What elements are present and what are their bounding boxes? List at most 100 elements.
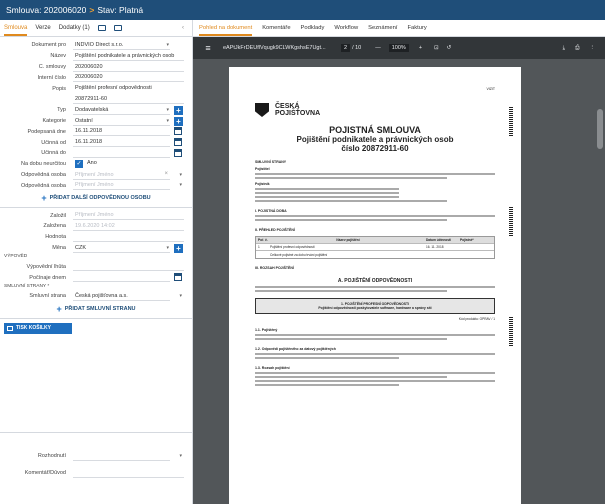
coverage-table: Poř. č. Název pojištění Datum účinnosti Poj… <box>255 236 495 259</box>
pocinaje-dnem-input[interactable] <box>73 273 170 283</box>
podepsana-dne-input[interactable]: 16.11.2018 <box>73 127 170 137</box>
tab-verze[interactable]: Verze <box>35 25 50 31</box>
zoom-out-button[interactable]: — <box>375 45 381 51</box>
label: Účinná do <box>41 150 66 157</box>
tab-pohled-na-dokument[interactable]: Pohled na dokument <box>199 21 253 36</box>
zalozena-value: 19.6.2020 14:02 <box>73 222 184 231</box>
pdf-scrollbar[interactable] <box>597 109 603 149</box>
field-odpovedna-osoba-2: Odpovědná osoba Příjmení Jméno ▾ <box>0 180 192 191</box>
dokument-pro-input[interactable]: INDVIO Direct s.r.o. <box>73 41 170 50</box>
doc-title-line: číslo 20872911-60 <box>341 144 409 153</box>
label: Název <box>50 53 66 60</box>
hodnota-input[interactable] <box>73 233 184 242</box>
tab-seznameni[interactable]: Seznámení <box>368 25 397 31</box>
section-vypoved: VÝPOVĚD <box>4 254 28 260</box>
chevron-down-icon[interactable]: ▾ <box>166 118 169 124</box>
chevron-down-icon[interactable]: ▾ <box>166 107 169 113</box>
title-bar: Smlouva: 202006020 > Stav: Platná <box>0 0 605 20</box>
chevron-down-icon[interactable]: ▾ <box>179 293 182 299</box>
mail-icon[interactable] <box>113 25 122 31</box>
download-icon[interactable]: ⤓ <box>563 45 565 52</box>
interni-cislo-input[interactable]: 202006020 <box>73 73 184 83</box>
chevron-down-icon[interactable]: ▾ <box>166 245 169 251</box>
popis-input-line2[interactable]: 20872911-60 <box>73 95 184 104</box>
field-smluvni-strana: Smluvní strana Česká pojišťovna a.s. ▾ <box>0 291 192 302</box>
label: Odpovědná osoba <box>21 171 66 178</box>
mena-select[interactable]: CZK <box>73 244 170 253</box>
odpovedna-osoba-select[interactable]: Příjmení Jméno <box>73 171 170 180</box>
more-icon[interactable]: ⋮ <box>590 45 596 52</box>
calendar-icon[interactable] <box>174 138 182 147</box>
label: Založena <box>43 223 66 230</box>
comment-icon[interactable] <box>97 25 106 31</box>
ucinna-do-input[interactable] <box>73 149 170 158</box>
pdf-toolbar: ≡ eAPtJkFrDEUflVqugk9CLWKgshsE7Ugt... 2/… <box>193 37 605 59</box>
smluvni-strana-select[interactable]: Česká pojišťovna a.s. <box>73 292 170 301</box>
pdf-viewer[interactable]: VIZIT ČESKÁ POJIŠŤOVNA POJISTNÁ SMLOUVA P… <box>193 59 605 504</box>
tab-workflow[interactable]: Workflow <box>334 25 358 31</box>
field-popis: Popis Pojištění profesní odpovědnosti <box>0 83 192 94</box>
print-icon[interactable]: ⎙ <box>575 45 579 52</box>
left-panel: Smlouva Verze Dodatky (1) ‹ Dokument pro… <box>0 20 193 504</box>
cislo-smlouvy-input[interactable]: 202006020 <box>73 63 184 72</box>
text-line <box>255 357 399 359</box>
product-code: Kód produktu: OPRAV / 1 <box>458 317 495 321</box>
page-indicator: 2/ 10 <box>341 44 361 52</box>
tab-dodatky[interactable]: Dodatky (1) <box>59 25 90 31</box>
label: Typ <box>57 107 66 114</box>
tab-podklady[interactable]: Podklady <box>301 25 325 31</box>
label: Odpovědná osoba <box>21 182 66 189</box>
chevron-down-icon[interactable]: ▾ <box>179 172 182 178</box>
collapse-arrow-icon[interactable]: ‹ <box>182 25 184 31</box>
chevron-down-icon[interactable]: ▾ <box>179 453 182 459</box>
rotate-icon[interactable]: ↺ <box>447 45 452 51</box>
tab-smlouva[interactable]: Smlouva <box>4 21 28 36</box>
vizit-mark: VIZIT <box>486 87 495 91</box>
text-line <box>255 380 495 382</box>
field-ucinna-od: Účinná od 16.11.2018 <box>0 137 192 148</box>
field-mena: Měna CZK ▾ + <box>0 243 192 254</box>
add-typ-button[interactable]: + <box>174 105 183 115</box>
doc-heading: 1.3. Rozsah pojištění <box>255 366 290 370</box>
table-row: Celkové pojistné za dobu trvání pojištěn… <box>256 251 494 258</box>
kategorie-select[interactable]: Ostatní <box>73 117 170 126</box>
zoom-level[interactable]: 100% <box>388 44 409 52</box>
label: Na dobu neurčitou <box>21 161 66 168</box>
chevron-down-icon[interactable]: ▾ <box>166 42 169 48</box>
add-kategorie-button[interactable]: + <box>174 116 183 126</box>
plus-icon: + <box>56 303 62 314</box>
logo-line: POJIŠŤOVNA <box>275 110 321 117</box>
box-line: Pojištění odpovědnosti poskytovatele sof… <box>318 306 432 310</box>
calendar-icon[interactable] <box>174 127 182 136</box>
add-responsible-person-button[interactable]: + PŘIDAT DALŠÍ ODPOVĚDNOU OSOBU <box>0 191 192 205</box>
zoom-in-button[interactable]: + <box>419 45 422 51</box>
odpovedna-osoba-select[interactable]: Příjmení Jméno <box>73 181 170 191</box>
add-mena-button[interactable]: + <box>174 243 183 253</box>
rozhodnuti-select[interactable] <box>73 452 170 461</box>
field-popis-cont: 20872911-60 <box>0 94 192 105</box>
chevron-right-icon: > <box>89 5 95 15</box>
vypovedni-lhuta-input[interactable] <box>73 262 184 272</box>
nazev-input[interactable]: Pojištění podnikatele a právnických osob <box>73 52 184 61</box>
menu-icon[interactable]: ≡ <box>201 43 215 53</box>
ucinna-od-input[interactable]: 16.11.2018 <box>73 138 170 148</box>
calendar-icon[interactable] <box>174 148 182 157</box>
table-cell: Název pojištění <box>336 238 360 242</box>
text-line <box>255 215 495 217</box>
print-cover-button[interactable]: TISK KOŠILKY <box>4 322 72 334</box>
popis-input-line1[interactable]: Pojištění profesní odpovědnosti <box>73 84 184 93</box>
komentar-input[interactable] <box>73 469 184 478</box>
doc-heading: Pojistník <box>255 182 270 186</box>
tab-faktury[interactable]: Faktury <box>407 25 426 31</box>
close-icon[interactable]: × <box>164 171 168 177</box>
page-number-input[interactable]: 2 <box>341 44 351 52</box>
text-line <box>255 376 447 378</box>
calendar-icon[interactable] <box>174 273 182 282</box>
chevron-down-icon[interactable]: ▾ <box>179 182 182 188</box>
typ-select[interactable]: Dodavatelská <box>73 106 170 115</box>
tab-komentare[interactable]: Komentáře <box>262 25 290 31</box>
add-party-button[interactable]: + PŘIDAT SMLUVNÍ STRANU <box>0 302 192 316</box>
checkbox-checked[interactable]: ✓ <box>75 159 83 168</box>
fit-page-icon[interactable]: ⊡ <box>434 45 439 51</box>
plus-icon: + <box>41 193 47 204</box>
